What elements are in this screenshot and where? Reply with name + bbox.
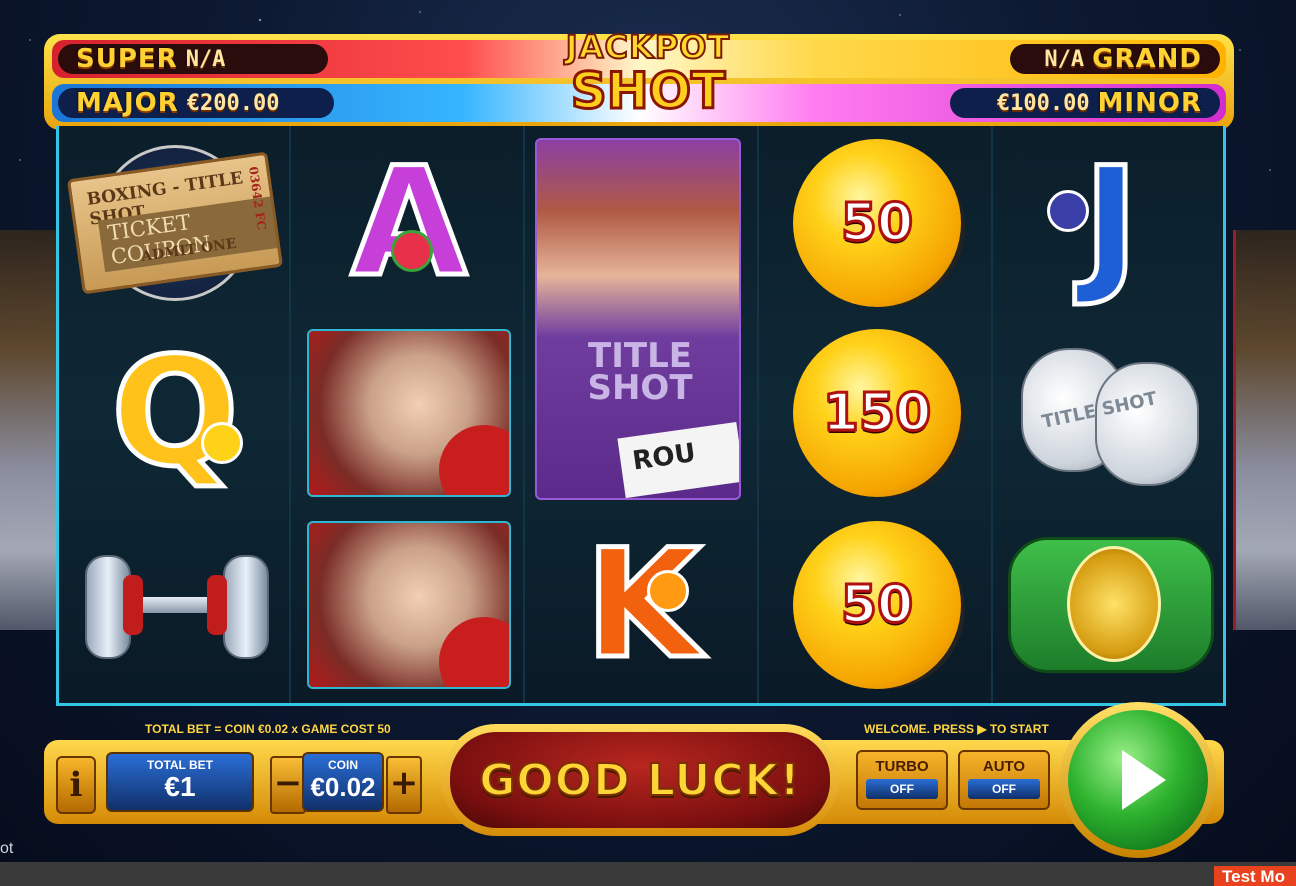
boxer-portrait [307, 329, 511, 497]
logo-line-jackpot: JACKPOT [565, 28, 731, 66]
auto-state: OFF [968, 779, 1040, 799]
turbo-toggle[interactable]: TURBO OFF [856, 750, 948, 810]
ticket-coupon-icon: BOXING - TITLE SHOT TICKET COUPON ADMIT … [66, 151, 284, 295]
reel-5: J TITLE SHOT [995, 126, 1227, 703]
symbol-belt [995, 510, 1227, 700]
jackpot-minor: €100.00 MINOR [950, 88, 1220, 118]
arena-scene-right [1233, 230, 1296, 630]
j-letter: J [1081, 136, 1142, 310]
plum-icon [1047, 190, 1089, 232]
symbol-coin: 150 [761, 318, 993, 508]
jackpot-grand-value: N/A [1044, 46, 1085, 72]
auto-label: AUTO [982, 758, 1026, 775]
boxer-portrait [307, 521, 511, 689]
coin-label: COIN [328, 758, 358, 772]
coin-value: 50 [839, 192, 914, 255]
coin-decrease-button[interactable]: − [270, 756, 306, 814]
ring-girl-symbol: TITLE SHOT ROU [535, 138, 741, 500]
symbol-gloves: TITLE SHOT [995, 318, 1227, 508]
footer-left-text: ot [0, 840, 14, 857]
coin-value: 50 [839, 574, 914, 637]
turbo-label: TURBO [875, 758, 929, 775]
symbol-dumbbell [59, 510, 291, 700]
jackpot-super-value: N/A [185, 46, 226, 72]
reel-2: A [293, 126, 525, 703]
symbol-q: Q [59, 318, 291, 508]
k-letter: K [582, 518, 703, 692]
game-logo: JACKPOT SHOT [552, 28, 744, 130]
control-bar: i TOTAL BET €1 − COIN €0.02 + GOOD LUCK!… [44, 724, 1224, 836]
symbol-ticket: BOXING - TITLE SHOT TICKET COUPON ADMIT … [59, 128, 291, 318]
reel-4: 50 150 50 [761, 126, 993, 703]
jackpot-grand-label: GRAND [1092, 44, 1202, 74]
reel-1: BOXING - TITLE SHOT TICKET COUPON ADMIT … [59, 126, 291, 703]
reel-3: TITLE SHOT ROU K [527, 126, 759, 703]
a-letter: A [348, 136, 469, 310]
symbol-coin: 50 [761, 128, 993, 318]
jackpot-major-label: MAJOR [76, 88, 179, 118]
jackpot-minor-label: MINOR [1097, 88, 1202, 118]
total-bet-label: TOTAL BET [147, 758, 213, 772]
status-message: GOOD LUCK! [478, 754, 801, 807]
coin-icon: 150 [793, 329, 961, 497]
q-letter: Q [109, 326, 241, 500]
symbol-k: K [527, 510, 759, 700]
status-message-panel: GOOD LUCK! [442, 724, 838, 836]
jackpot-super-label: SUPER [76, 44, 178, 74]
coin-icon: 50 [793, 521, 961, 689]
symbol-coin: 50 [761, 510, 993, 700]
jackpot-minor-value: €100.00 [996, 90, 1090, 116]
boxing-gloves-icon: TITLE SHOT [1021, 338, 1201, 488]
watermelon-icon [391, 230, 433, 272]
coin-increase-button[interactable]: + [386, 756, 422, 814]
auto-toggle[interactable]: AUTO OFF [958, 750, 1050, 810]
round-card: ROU [617, 421, 739, 498]
coin-value: 150 [821, 382, 933, 445]
turbo-state: OFF [866, 779, 938, 799]
total-bet-display: TOTAL BET €1 [106, 752, 254, 812]
ring-girl-shirt-text: TITLE SHOT [587, 336, 693, 408]
symbol-j: J [995, 128, 1227, 318]
coin-display: COIN €0.02 [302, 752, 384, 812]
symbol-boxer [293, 510, 525, 700]
bottom-strip [0, 862, 1296, 886]
coin-value: €0.02 [310, 772, 376, 802]
arena-scene-left [0, 230, 63, 630]
play-icon [1122, 750, 1166, 810]
lemon-icon [201, 422, 243, 464]
reel-grid: BOXING - TITLE SHOT TICKET COUPON ADMIT … [56, 126, 1226, 706]
orange-icon [647, 570, 689, 612]
symbol-boxer [293, 318, 525, 508]
test-mode-badge: Test Mo [1214, 866, 1296, 886]
welcome-caption: WELCOME. PRESS ▶ TO START [864, 722, 1049, 736]
spin-button[interactable] [1060, 702, 1216, 858]
jackpot-major-value: €200.00 [186, 90, 280, 116]
coin-icon: 50 [793, 139, 961, 307]
jackpot-super: SUPER N/A [58, 44, 328, 74]
jackpot-grand: N/A GRAND [1010, 44, 1220, 74]
info-button[interactable]: i [56, 756, 96, 814]
championship-belt-icon [1008, 537, 1214, 673]
symbol-a: A [293, 128, 525, 318]
jackpot-major: MAJOR €200.00 [58, 88, 334, 118]
total-bet-caption: TOTAL BET = COIN €0.02 x GAME COST 50 [145, 722, 391, 736]
logo-line-shot: SHOT [569, 62, 726, 120]
dumbbell-icon [85, 545, 269, 665]
total-bet-value: €1 [164, 771, 196, 802]
